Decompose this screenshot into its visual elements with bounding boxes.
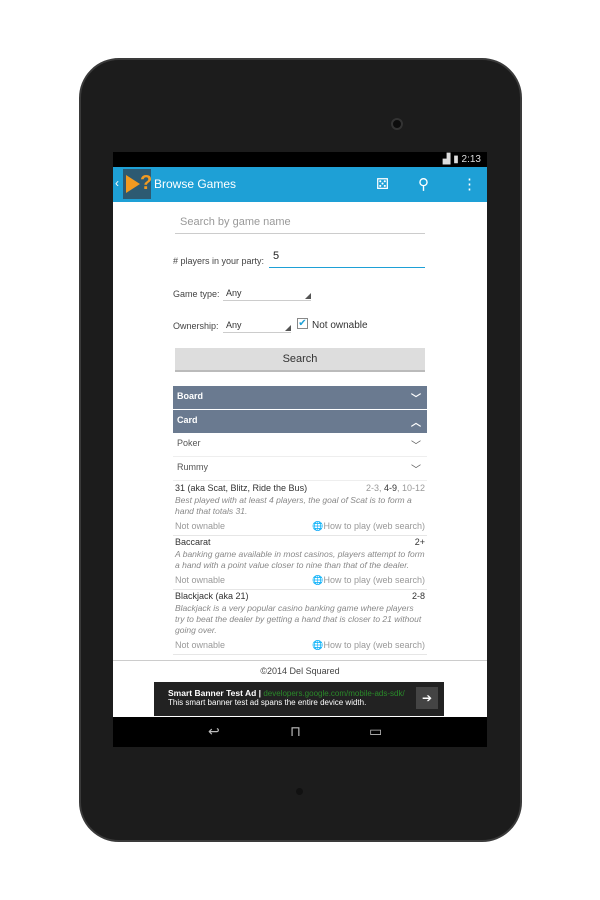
back-nav-icon[interactable]: ↩ [208, 723, 220, 740]
overflow-menu-icon[interactable]: ⋮ [462, 175, 477, 193]
app-logo[interactable]: ? [123, 169, 152, 199]
globe-icon: 🌐 [312, 575, 324, 585]
game-description: Blackjack is a very popular casino banki… [175, 603, 422, 635]
content: Search by game name # players in your pa… [113, 202, 487, 660]
ownership-label: Ownership: [173, 321, 219, 331]
category-card[interactable]: Card ︿ [173, 410, 427, 433]
subcategory-rummy[interactable]: Rummy ﹀ [173, 457, 427, 481]
camera [391, 118, 403, 130]
game-name: Baccarat [175, 537, 211, 547]
subcategory-label: Poker [177, 438, 201, 448]
screen: ▟ ▮ 2:13 ‹ ? Browse Games ⚄ ⚲ ⋮ Search b… [113, 152, 487, 747]
game-players: 2-3, 4-9, 10-12 [365, 483, 425, 493]
ownership-dropdown[interactable]: Any [223, 320, 291, 333]
game-name: Blackjack (aka 21) [175, 591, 249, 601]
ad-title: Smart Banner Test Ad | [168, 688, 262, 698]
subcategory-poker[interactable]: Poker ﹀ [173, 433, 427, 457]
page-title: Browse Games [154, 177, 237, 191]
ad-banner[interactable]: Smart Banner Test Ad | developers.google… [154, 682, 444, 716]
subcategory-label: Rummy [177, 462, 208, 472]
players-label: # players in your party: [173, 256, 265, 266]
how-to-play-link[interactable]: 🌐How to play (web search) [312, 521, 425, 532]
players-input[interactable]: 5 [269, 250, 425, 268]
game-description: A banking game available in most casinos… [175, 549, 425, 570]
how-to-play-link[interactable]: 🌐How to play (web search) [312, 575, 425, 586]
game-type-dropdown[interactable]: Any [223, 288, 311, 301]
search-button[interactable]: Search [175, 348, 425, 372]
status-bar: ▟ ▮ 2:13 [113, 152, 487, 167]
home-nav-icon[interactable]: ⊓ [290, 723, 301, 740]
signal-icon: ▟ ▮ [442, 154, 462, 165]
back-icon[interactable]: ‹ [115, 176, 119, 190]
how-to-play-link[interactable]: 🌐How to play (web search) [312, 640, 425, 651]
game-players: 2+ [414, 537, 425, 547]
recents-nav-icon[interactable]: ▭ [369, 723, 382, 740]
globe-icon: 🌐 [312, 640, 324, 650]
search-icon[interactable]: ⚲ [418, 175, 429, 193]
game-item[interactable]: Baccarat 2+ A banking game available in … [173, 537, 427, 590]
category-label: Card [177, 415, 198, 425]
game-description: Best played with at least 4 players, the… [175, 495, 412, 516]
not-ownable-checkbox[interactable]: ✔ [297, 318, 308, 329]
chevron-down-icon: ﹀ [411, 441, 421, 452]
game-players: 2-8 [411, 591, 425, 601]
dice-icon[interactable]: ⚄ [376, 175, 389, 193]
sensor [296, 788, 303, 795]
game-item[interactable]: 31 (aka Scat, Blitz, Ride the Bus) 2-3, … [173, 483, 427, 536]
nav-bar: ↩ ⊓ ▭ [113, 717, 487, 747]
status-time: 2:13 [461, 154, 481, 165]
game-type-label: Game type: [173, 289, 220, 299]
chevron-up-icon: ︿ [411, 418, 421, 429]
not-ownable-label: Not ownable [312, 320, 368, 331]
ad-link[interactable]: developers.google.com/mobile-ads-sdk/ [263, 689, 404, 698]
ad-text: This smart banner test ad spans the enti… [168, 698, 367, 707]
globe-icon: 🌐 [312, 521, 324, 531]
category-label: Board [177, 391, 204, 401]
search-input[interactable]: Search by game name [175, 216, 425, 234]
category-board[interactable]: Board ﹀ [173, 386, 427, 409]
copyright: ©2014 Del Squared [113, 660, 487, 682]
action-bar: ‹ ? Browse Games ⚄ ⚲ ⋮ [113, 167, 487, 202]
arrow-right-icon[interactable]: ➔ [416, 687, 438, 709]
chevron-down-icon: ﹀ [411, 465, 421, 476]
chevron-down-icon: ﹀ [411, 394, 421, 405]
game-item[interactable]: Blackjack (aka 21) 2-8 Blackjack is a ve… [173, 591, 427, 655]
